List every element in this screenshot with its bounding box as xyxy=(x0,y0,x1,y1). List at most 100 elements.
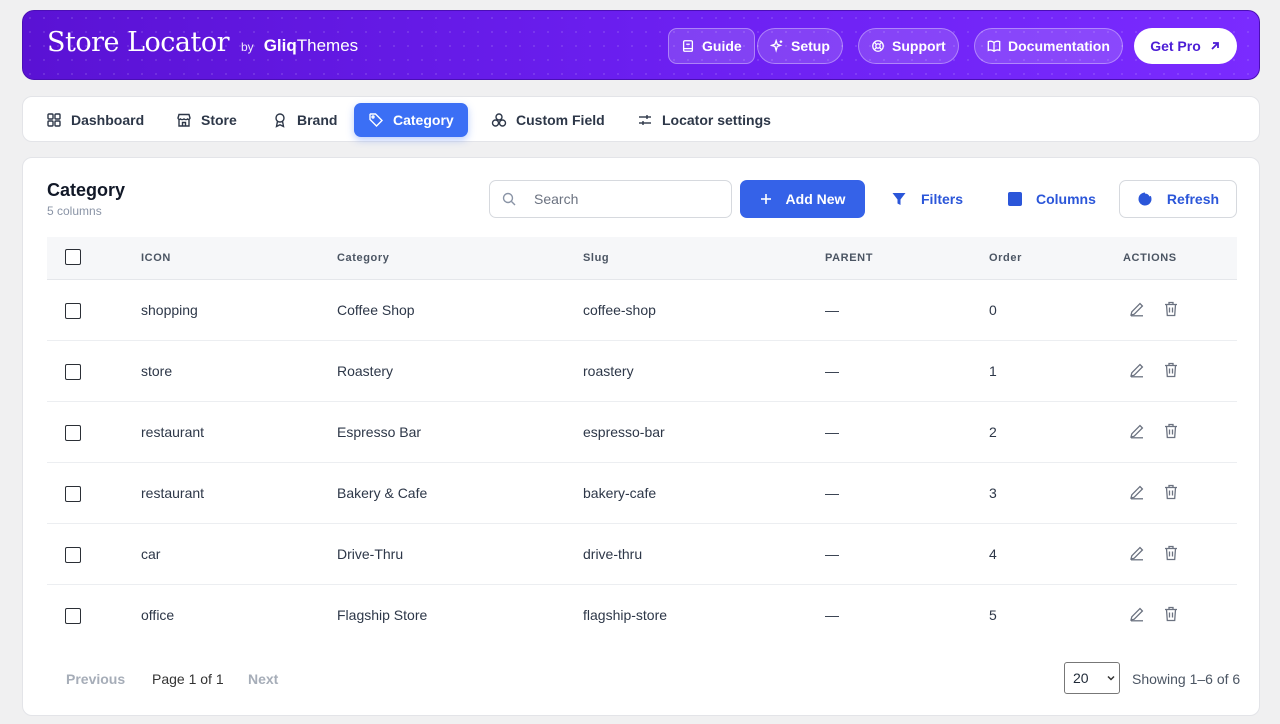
trash-icon[interactable] xyxy=(1162,361,1180,379)
grid-icon xyxy=(47,113,61,127)
search-input[interactable] xyxy=(534,191,704,207)
header-actions: ACTIONS xyxy=(1123,252,1177,264)
cell-icon: car xyxy=(141,546,161,562)
edit-icon[interactable] xyxy=(1128,483,1146,501)
logo-brand-rest: Themes xyxy=(296,36,359,55)
row-checkbox[interactable] xyxy=(65,486,81,502)
row-checkbox[interactable] xyxy=(65,425,81,441)
edit-icon[interactable] xyxy=(1128,544,1146,562)
table-row: car Drive-Thru drive-thru — 4 xyxy=(47,524,1237,585)
support-button[interactable]: Support xyxy=(858,28,959,64)
tag-icon xyxy=(369,113,383,127)
row-checkbox[interactable] xyxy=(65,303,81,319)
header-icon[interactable]: ICON xyxy=(141,252,171,264)
category-card: Category 5 columns Add New Filters Colum… xyxy=(22,157,1260,716)
cell-order: 2 xyxy=(989,424,997,440)
store-icon xyxy=(177,113,191,127)
per-page-select[interactable]: 20 xyxy=(1064,662,1120,694)
table-header: ICON Category Slug PARENT Order ACTIONS xyxy=(47,237,1237,280)
store-locator-logo[interactable]: Store Locator by Gliq Themes xyxy=(47,27,358,58)
next-page-button[interactable]: Next xyxy=(248,671,278,687)
guide-button[interactable]: Guide xyxy=(668,28,755,64)
app-header: Store Locator by Gliq Themes Guide Setup … xyxy=(22,10,1260,80)
per-page-value: 20 xyxy=(1073,670,1089,686)
edit-icon[interactable] xyxy=(1128,422,1146,440)
select-all-checkbox[interactable] xyxy=(65,249,81,265)
add-new-button[interactable]: Add New xyxy=(740,180,865,218)
trash-icon[interactable] xyxy=(1162,605,1180,623)
filters-label: Filters xyxy=(921,191,964,207)
book-icon xyxy=(682,40,694,52)
columns-icon xyxy=(1008,192,1022,206)
chevron-down-icon xyxy=(1107,675,1115,681)
cell-parent: — xyxy=(825,607,839,623)
logo-brand-bold: Gliq xyxy=(263,36,297,55)
trash-icon[interactable] xyxy=(1162,544,1180,562)
logo-by: by xyxy=(241,40,254,54)
header-category[interactable]: Category xyxy=(337,252,389,264)
header-order[interactable]: Order xyxy=(989,252,1022,264)
cell-order: 4 xyxy=(989,546,997,562)
row-checkbox[interactable] xyxy=(65,547,81,563)
previous-page-button[interactable]: Previous xyxy=(66,671,125,687)
arrow-up-right-icon xyxy=(1211,42,1219,50)
cell-icon: office xyxy=(141,607,175,623)
refresh-button[interactable]: Refresh xyxy=(1119,180,1237,218)
tab-custom-field[interactable]: Custom Field xyxy=(477,103,619,137)
trash-icon[interactable] xyxy=(1162,422,1180,440)
guide-label: Guide xyxy=(702,38,742,54)
documentation-label: Documentation xyxy=(1008,38,1110,54)
cell-category: Roastery xyxy=(337,363,394,379)
trash-icon[interactable] xyxy=(1162,483,1180,501)
table-row: office Flagship Store flagship-store — 5 xyxy=(47,585,1237,646)
row-checkbox[interactable] xyxy=(65,364,81,380)
filter-icon xyxy=(892,193,906,205)
setup-button[interactable]: Setup xyxy=(757,28,843,64)
plus-icon xyxy=(760,194,771,204)
tab-category[interactable]: Category xyxy=(354,103,468,137)
tab-brand[interactable]: Brand xyxy=(258,103,351,137)
search-box[interactable] xyxy=(489,180,732,218)
tab-dashboard[interactable]: Dashboard xyxy=(32,103,158,137)
get-pro-button[interactable]: Get Pro xyxy=(1134,28,1237,64)
cell-icon: restaurant xyxy=(141,424,205,440)
support-label: Support xyxy=(892,38,946,54)
cell-category: Coffee Shop xyxy=(337,302,415,318)
filters-button[interactable]: Filters xyxy=(891,180,963,218)
cell-parent: — xyxy=(825,485,839,501)
documentation-button[interactable]: Documentation xyxy=(974,28,1123,64)
cell-category: Drive-Thru xyxy=(337,546,404,562)
refresh-icon xyxy=(1138,191,1152,206)
edit-icon[interactable] xyxy=(1128,361,1146,379)
header-parent[interactable]: PARENT xyxy=(825,252,873,264)
tab-store[interactable]: Store xyxy=(162,103,251,137)
setup-label: Setup xyxy=(791,38,830,54)
tab-brand-label: Brand xyxy=(297,112,338,128)
cell-order: 1 xyxy=(989,363,997,379)
table-row: store Roastery roastery — 1 xyxy=(47,341,1237,402)
cell-slug: flagship-store xyxy=(583,607,668,623)
tab-locator-settings[interactable]: Locator settings xyxy=(623,103,785,137)
header-slug[interactable]: Slug xyxy=(583,252,609,264)
page-info: Page 1 of 1 xyxy=(152,671,224,687)
tab-locator-settings-label: Locator settings xyxy=(662,112,771,128)
tab-dashboard-label: Dashboard xyxy=(71,112,145,128)
edit-icon[interactable] xyxy=(1128,605,1146,623)
cell-icon: restaurant xyxy=(141,485,205,501)
table-row: shopping Coffee Shop coffee-shop — 0 xyxy=(47,280,1237,341)
tab-category-label: Category xyxy=(393,112,454,128)
page-title: Category xyxy=(47,180,126,200)
tab-custom-field-label: Custom Field xyxy=(516,112,605,128)
table-row: restaurant Bakery & Cafe bakery-cafe — 3 xyxy=(47,463,1237,524)
edit-icon[interactable] xyxy=(1128,300,1146,318)
cell-icon: store xyxy=(141,363,173,379)
cell-parent: — xyxy=(825,424,839,440)
row-checkbox[interactable] xyxy=(65,608,81,624)
cell-slug: drive-thru xyxy=(583,546,643,562)
cell-slug: espresso-bar xyxy=(583,424,665,440)
trash-icon[interactable] xyxy=(1162,300,1180,318)
cell-slug: roastery xyxy=(583,363,634,379)
cell-category: Flagship Store xyxy=(337,607,428,623)
sparkle-icon xyxy=(770,39,783,53)
columns-button[interactable]: Columns xyxy=(1008,180,1096,218)
